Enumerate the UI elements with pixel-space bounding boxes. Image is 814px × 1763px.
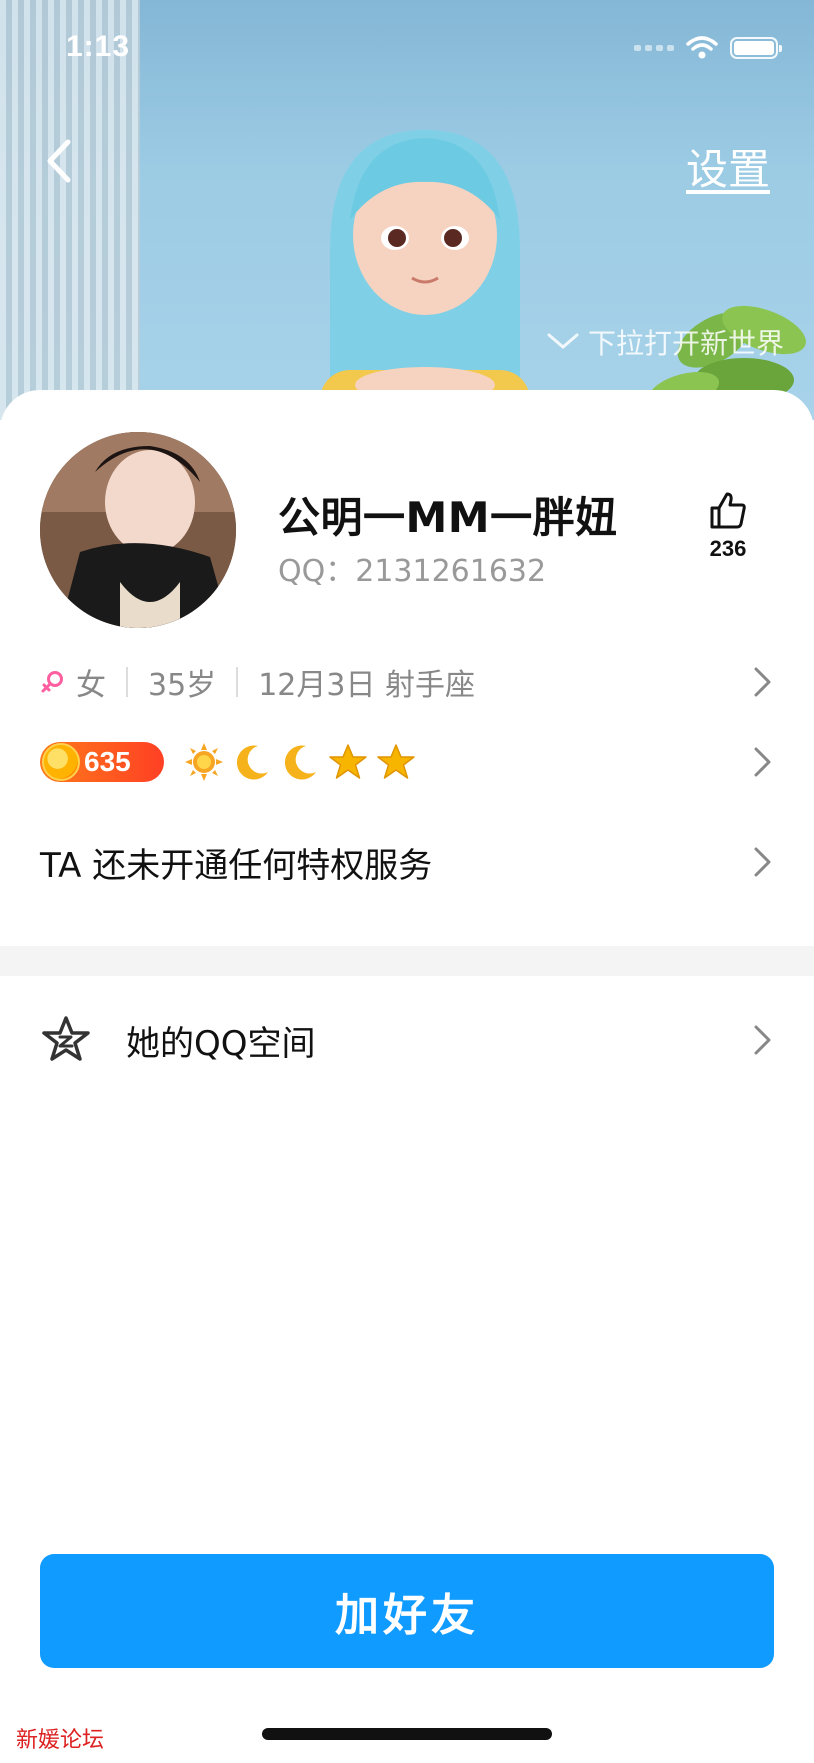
level-icons	[184, 742, 416, 782]
status-indicators	[634, 36, 782, 60]
profile-cover[interactable]: 1:13 设置 下拉打开新世界	[0, 0, 814, 420]
privilege-text: TA 还未开通任何特权服务	[40, 845, 433, 886]
wifi-icon	[686, 36, 718, 59]
gender-text: 女	[76, 668, 106, 703]
profile-nickname: 公明一MM一胖妞	[278, 493, 618, 542]
qzone-star-icon	[42, 1016, 90, 1061]
settings-button[interactable]: 设置	[686, 136, 770, 197]
divider	[126, 667, 128, 697]
back-chevron-icon[interactable]	[40, 138, 80, 184]
qzone-row[interactable]: 她的QQ空间	[40, 1010, 774, 1070]
thumbs-up-icon	[710, 492, 746, 529]
qq-level-row[interactable]: 635	[40, 738, 774, 786]
female-gender-icon	[41, 671, 63, 693]
star-icon	[329, 744, 367, 779]
add-friend-button[interactable]: 加好友	[40, 1554, 774, 1668]
qq-number: QQ：2131261632	[278, 554, 547, 589]
chevron-right-icon	[754, 667, 771, 697]
status-time: 1:13	[66, 30, 131, 63]
watermark-text: 新媛论坛	[16, 1728, 105, 1753]
divider	[236, 667, 239, 697]
chevron-right-icon	[754, 1025, 771, 1055]
avatar-photo	[40, 432, 236, 628]
pull-hint-text: 下拉打开新世界	[587, 327, 784, 360]
level-value: 635	[84, 746, 131, 777]
privilege-service-row[interactable]: TA 还未开通任何特权服务	[40, 836, 774, 888]
qzone-label: 她的QQ空间	[126, 1023, 316, 1064]
star-icon	[377, 744, 415, 779]
cartoon-avatar-illustration	[320, 130, 530, 420]
level-badge: 635	[40, 742, 164, 782]
pull-down-hint: 下拉打开新世界	[546, 322, 784, 362]
level-coin-icon	[42, 743, 80, 781]
battery-icon	[730, 37, 782, 59]
cellular-signal-icon	[634, 45, 674, 51]
sun-icon	[185, 743, 223, 781]
section-divider	[0, 946, 814, 976]
home-indicator[interactable]	[262, 1728, 552, 1740]
chevron-down-icon	[547, 333, 579, 349]
moon-icon	[284, 745, 316, 780]
like-button[interactable]: 236	[700, 490, 756, 562]
birthday-sign-text: 12月3日 射手座	[258, 668, 475, 703]
chevron-right-icon	[754, 847, 771, 877]
chevron-right-icon	[754, 747, 771, 777]
profile-avatar[interactable]	[40, 432, 236, 628]
age-text: 35岁	[148, 668, 217, 703]
like-count: 236	[709, 536, 747, 561]
moon-icon	[236, 745, 268, 780]
basic-info-row[interactable]: 女 35岁 12月3日 射手座	[40, 660, 774, 704]
